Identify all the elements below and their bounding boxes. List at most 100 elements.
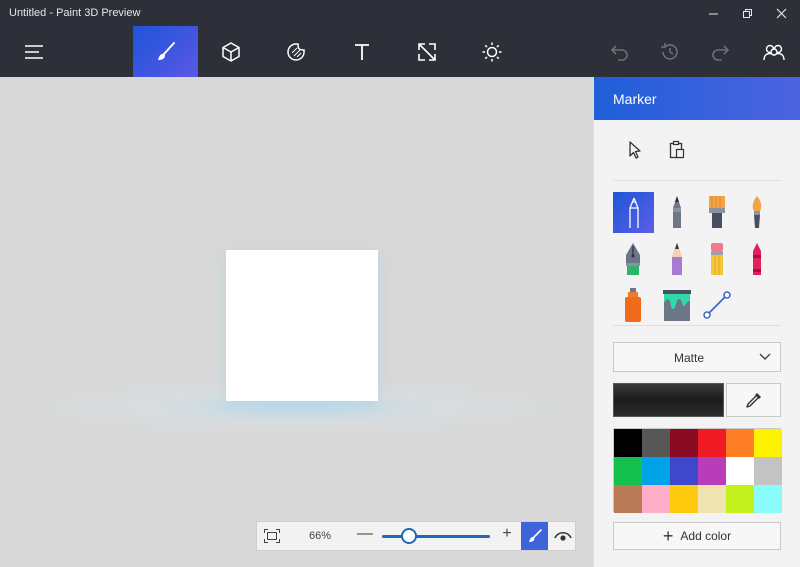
color-swatch[interactable]	[726, 485, 754, 513]
tool-pixel-pen[interactable]	[613, 239, 653, 279]
watercolor-icon	[752, 196, 762, 228]
color-swatch[interactable]	[642, 485, 670, 513]
zoom-slider-track[interactable]	[382, 535, 490, 538]
minimize-button[interactable]	[696, 0, 730, 26]
eye-icon	[553, 532, 572, 541]
tab-stickers[interactable]	[276, 26, 316, 77]
eyedropper-icon	[745, 393, 761, 408]
redo-icon	[712, 44, 730, 61]
fit-screen-icon	[264, 529, 280, 543]
fit-to-screen-button[interactable]	[257, 522, 287, 550]
undo-icon	[610, 44, 628, 61]
zoom-in-button[interactable]: +	[500, 525, 514, 543]
canvas-workspace[interactable]	[0, 77, 593, 567]
color-swatch[interactable]	[670, 485, 698, 513]
hamburger-icon	[25, 44, 43, 59]
tab-art-tools[interactable]	[133, 26, 198, 77]
zoom-slider-thumb[interactable]	[401, 528, 417, 544]
chevron-down-icon	[759, 353, 771, 360]
community-button[interactable]	[752, 26, 796, 77]
tool-marker[interactable]	[613, 192, 654, 233]
color-swatch[interactable]	[754, 457, 782, 485]
paste-button[interactable]	[662, 135, 692, 165]
redo-button[interactable]	[700, 26, 740, 77]
color-swatch[interactable]	[614, 485, 642, 513]
color-swatch[interactable]	[698, 457, 726, 485]
eraser-icon	[711, 243, 723, 275]
color-swatch[interactable]	[698, 485, 726, 513]
color-swatch[interactable]	[642, 429, 670, 457]
restore-button[interactable]	[730, 0, 764, 26]
sun-icon	[482, 42, 502, 61]
panel-divider	[613, 325, 781, 326]
paint-bucket-icon	[663, 290, 691, 321]
tool-oil-brush[interactable]	[697, 192, 737, 232]
undo-button[interactable]	[600, 26, 640, 77]
color-swatch[interactable]	[726, 429, 754, 457]
close-button[interactable]	[764, 0, 798, 26]
color-swatch[interactable]	[670, 429, 698, 457]
color-swatch[interactable]	[698, 429, 726, 457]
eyedropper-button[interactable]	[726, 383, 781, 417]
oil-brush-icon	[709, 196, 725, 228]
color-swatch[interactable]	[726, 457, 754, 485]
close-icon	[776, 8, 786, 18]
canvas[interactable]	[226, 250, 378, 401]
tool-spray-can[interactable]	[613, 285, 653, 325]
finish-value: Matte	[673, 351, 704, 365]
history-button[interactable]	[650, 26, 690, 77]
current-color-swatch[interactable]	[613, 383, 724, 417]
plus-icon: +	[662, 526, 674, 546]
toolbar	[0, 26, 800, 77]
tool-calligraphy-pen[interactable]	[657, 192, 697, 232]
color-swatch[interactable]	[754, 429, 782, 457]
tab-effects[interactable]	[472, 26, 512, 77]
window-title: Untitled - Paint 3D Preview	[9, 7, 141, 19]
tab-canvas[interactable]	[407, 26, 447, 77]
color-swatch[interactable]	[754, 485, 782, 513]
panel-header: Marker	[594, 77, 800, 120]
sticker-icon	[287, 42, 305, 61]
zoom-percent: 66%	[309, 530, 332, 542]
pen-nib-icon	[626, 243, 640, 275]
color-swatch[interactable]	[670, 457, 698, 485]
resize-icon	[418, 42, 436, 61]
tool-watercolor[interactable]	[737, 192, 777, 232]
brush-mode-button[interactable]	[521, 522, 548, 550]
select-button[interactable]	[620, 135, 650, 165]
cube-icon	[222, 41, 240, 62]
tool-fill[interactable]	[657, 285, 697, 325]
history-icon	[661, 42, 678, 60]
finish-dropdown[interactable]: Matte	[613, 342, 781, 372]
minimize-icon	[708, 13, 718, 14]
color-swatch[interactable]	[614, 457, 642, 485]
menu-button[interactable]	[14, 26, 54, 77]
view-mode-button[interactable]	[549, 522, 576, 550]
marker-icon	[628, 197, 639, 228]
color-swatch[interactable]	[642, 457, 670, 485]
cursor-icon	[629, 141, 641, 159]
title-bar: Untitled - Paint 3D Preview	[0, 0, 800, 26]
zoom-bar: 66% — +	[256, 521, 576, 551]
people-icon	[763, 44, 785, 60]
add-color-label: Add color	[680, 529, 732, 543]
color-swatch[interactable]	[614, 429, 642, 457]
tool-crayon[interactable]	[737, 239, 777, 279]
color-palette	[613, 428, 782, 513]
tab-3d-objects[interactable]	[211, 26, 251, 77]
add-color-button[interactable]: + Add color	[613, 522, 781, 550]
clipboard-icon	[669, 140, 685, 159]
brush-icon	[157, 41, 175, 60]
panel-divider	[613, 180, 781, 181]
restore-icon	[742, 8, 752, 18]
tool-line-curve[interactable]	[697, 285, 737, 325]
text-icon	[355, 43, 369, 60]
brush-icon	[528, 529, 542, 542]
tab-text[interactable]	[342, 26, 382, 77]
crayon-icon	[753, 243, 761, 275]
tool-pencil[interactable]	[657, 239, 697, 279]
spray-can-icon	[625, 288, 641, 322]
tool-eraser[interactable]	[697, 239, 737, 279]
calligraphy-pen-icon	[673, 196, 681, 228]
zoom-out-button[interactable]: —	[357, 525, 373, 543]
